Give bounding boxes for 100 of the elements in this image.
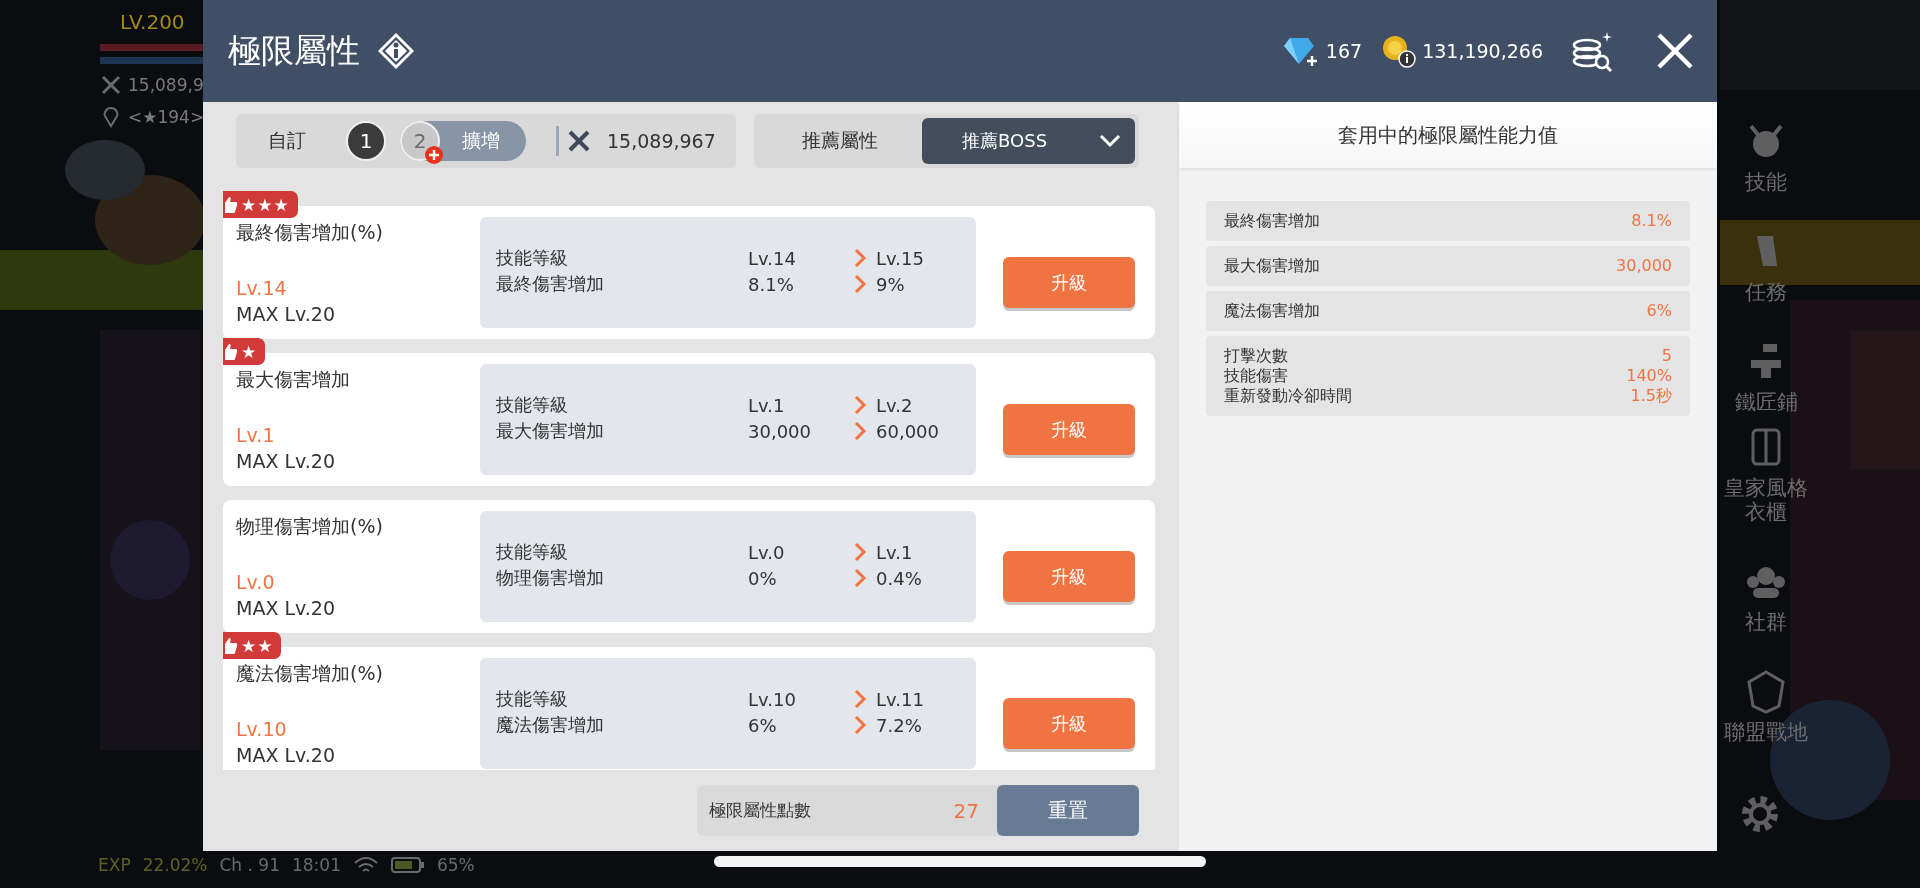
reset-button[interactable]: 重置 bbox=[997, 785, 1139, 836]
chevron-icon bbox=[853, 542, 867, 562]
next-value: Lv.11 bbox=[876, 688, 925, 710]
applied-value: 1.5秒 bbox=[1630, 386, 1672, 406]
thumbs-up-icon bbox=[223, 195, 238, 214]
preview-label: 技能等級 bbox=[496, 393, 569, 417]
stat-name: 物理傷害增加(%) bbox=[236, 514, 384, 539]
recommend-label: 推薦屬性 bbox=[801, 128, 879, 153]
preview-label: 物理傷害增加 bbox=[496, 566, 605, 590]
stat-max-level: MAX Lv.20 bbox=[236, 743, 337, 768]
preview-label: 魔法傷害增加 bbox=[496, 713, 605, 737]
rating-stars: ★★★ bbox=[241, 194, 290, 215]
applied-label: 最終傷害增加 bbox=[1224, 211, 1320, 231]
applied-title: 套用中的極限屬性能力值 bbox=[1179, 102, 1717, 168]
crossed-swords-icon bbox=[100, 74, 122, 96]
next-value: 0.4% bbox=[876, 567, 923, 589]
applied-label: 技能傷害 bbox=[1224, 366, 1288, 386]
applied-value: 6% bbox=[1646, 301, 1672, 321]
chevron-icon bbox=[853, 689, 867, 709]
dialog-title: 極限屬性 bbox=[228, 29, 360, 72]
preview-label: 技能等級 bbox=[496, 540, 569, 564]
current-value: 0% bbox=[748, 567, 778, 589]
stat-name: 最大傷害增加 bbox=[236, 367, 351, 392]
stat-max-level: MAX Lv.20 bbox=[236, 302, 337, 327]
exp-label: EXP bbox=[98, 855, 131, 875]
current-value: Lv.14 bbox=[748, 247, 797, 269]
current-value: Lv.0 bbox=[748, 541, 786, 563]
coin-icon[interactable] bbox=[1380, 34, 1417, 68]
chevron-icon bbox=[853, 248, 867, 268]
next-value: 9% bbox=[876, 273, 906, 295]
thumbs-up-icon bbox=[223, 636, 238, 655]
recommend-dropdown[interactable]: 推薦BOSS bbox=[922, 118, 1135, 164]
menu-label: 鐵匠鋪 bbox=[1733, 390, 1799, 414]
stat-max-level: MAX Lv.20 bbox=[236, 449, 337, 474]
preset-label: 自訂 bbox=[268, 128, 307, 153]
thumbs-up-icon bbox=[223, 342, 238, 361]
preset-tab[interactable]: 1 bbox=[346, 121, 386, 161]
rating-stars: ★ bbox=[241, 341, 258, 362]
channel-text: Ch . 91 bbox=[219, 855, 280, 875]
chevron-down-icon bbox=[1099, 134, 1121, 148]
chevron-icon bbox=[853, 421, 867, 441]
rating-stars: ★★ bbox=[241, 635, 274, 656]
applied-label: 打擊次數 bbox=[1224, 346, 1288, 366]
chevron-icon bbox=[853, 715, 867, 735]
upgrade-button[interactable]: 升級 bbox=[1003, 404, 1135, 455]
exp-text: 22.02% bbox=[142, 855, 208, 875]
menu-label: 皇家風格衣櫃 bbox=[1723, 476, 1809, 524]
stat-max-level: MAX Lv.20 bbox=[236, 596, 337, 621]
stat-level: Lv.14 bbox=[236, 276, 288, 301]
preview-label: 最大傷害增加 bbox=[496, 419, 605, 443]
menu-label: 任務 bbox=[1744, 280, 1788, 304]
chevron-icon bbox=[853, 568, 867, 588]
chevron-icon bbox=[853, 395, 867, 415]
next-value: Lv.15 bbox=[876, 247, 925, 269]
preview-label: 最終傷害增加 bbox=[496, 272, 605, 296]
stat-level: Lv.0 bbox=[236, 570, 276, 595]
upgrade-button[interactable]: 升級 bbox=[1003, 257, 1135, 308]
clock-text: 18:01 bbox=[291, 855, 341, 875]
preview-label: 技能等級 bbox=[496, 246, 569, 270]
next-value: 60,000 bbox=[876, 420, 940, 442]
stat-level: Lv.10 bbox=[236, 717, 288, 742]
chevron-icon bbox=[853, 274, 867, 294]
crossed-swords-icon bbox=[567, 129, 591, 153]
location-text: <★194> bbox=[128, 107, 205, 127]
applied-label: 最大傷害增加 bbox=[1224, 256, 1320, 276]
next-value: 7.2% bbox=[876, 714, 923, 736]
stat-name: 魔法傷害增加(%) bbox=[236, 661, 384, 686]
info-icon[interactable] bbox=[376, 31, 416, 71]
power-text: 15,089,9 bbox=[128, 75, 204, 95]
battery-icon bbox=[390, 856, 425, 874]
next-value: Lv.1 bbox=[876, 541, 914, 563]
level-text: LV.200 bbox=[119, 10, 186, 34]
applied-value: 8.1% bbox=[1631, 211, 1672, 231]
power-value: 15,089,967 bbox=[607, 130, 716, 152]
battery-text: 65% bbox=[436, 855, 475, 875]
current-value: Lv.10 bbox=[748, 688, 797, 710]
current-value: Lv.1 bbox=[748, 394, 786, 416]
points-label: 極限屬性點數 bbox=[709, 799, 811, 822]
upgrade-button[interactable]: 升級 bbox=[1003, 551, 1135, 602]
applied-label: 魔法傷害增加 bbox=[1224, 301, 1320, 321]
applied-value: 30,000 bbox=[1616, 256, 1672, 276]
menu-label: 聯盟戰地 bbox=[1723, 720, 1809, 744]
stat-name: 最終傷害增加(%) bbox=[236, 220, 384, 245]
applied-label: 重新發動冷卻時間 bbox=[1224, 386, 1352, 406]
current-value: 30,000 bbox=[748, 420, 812, 442]
applied-value: 5 bbox=[1661, 346, 1672, 366]
close-icon[interactable] bbox=[1655, 31, 1695, 71]
gem-count: 167 bbox=[1325, 40, 1363, 62]
points-value: 27 bbox=[953, 798, 979, 823]
current-value: 8.1% bbox=[748, 273, 795, 295]
meso-count: 131,190,266 bbox=[1422, 40, 1543, 62]
applied-value: 140% bbox=[1626, 366, 1672, 386]
menu-label: 技能 bbox=[1744, 170, 1788, 194]
current-value: 6% bbox=[748, 714, 778, 736]
plus-icon bbox=[424, 145, 444, 165]
upgrade-button[interactable]: 升級 bbox=[1003, 698, 1135, 749]
stat-level: Lv.1 bbox=[236, 423, 276, 448]
next-value: Lv.2 bbox=[876, 394, 914, 416]
preview-label: 技能等級 bbox=[496, 687, 569, 711]
menu-label: 社群 bbox=[1744, 610, 1788, 634]
